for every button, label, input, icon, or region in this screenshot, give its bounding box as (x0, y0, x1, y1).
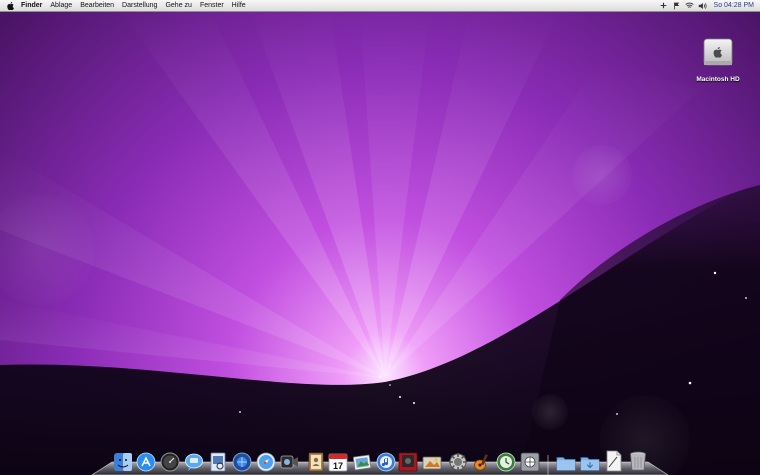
menu-darstellung[interactable]: Darstellung (118, 0, 161, 11)
folder-icon[interactable] (556, 450, 576, 472)
itunes-icon[interactable] (376, 450, 396, 472)
menu-bar: Finder Ablage Bearbeiten Darstellung Geh… (0, 0, 760, 12)
apple-menu[interactable] (5, 0, 15, 11)
desktop-item-macintosh-hd[interactable]: Macintosh HD (694, 36, 742, 83)
iweb-icon[interactable] (232, 450, 252, 472)
desktop-wallpaper (0, 0, 760, 475)
document-icon[interactable] (604, 450, 624, 472)
wifi-icon[interactable] (684, 1, 694, 10)
menu-ablage[interactable]: Ablage (46, 0, 76, 11)
menu-finder[interactable]: Finder (17, 0, 46, 11)
menu-gehe-zu[interactable]: Gehe zu (161, 0, 195, 11)
garageband-icon[interactable] (472, 450, 492, 472)
menu-fenster[interactable]: Fenster (196, 0, 228, 11)
apple-icon (6, 1, 14, 10)
menu-hilfe[interactable]: Hilfe (228, 0, 250, 11)
downloads-icon[interactable] (580, 450, 600, 472)
app-store-icon[interactable] (136, 450, 156, 472)
facetime-icon[interactable] (280, 450, 300, 472)
hard-drive-icon (703, 38, 733, 66)
menu-bearbeiten[interactable]: Bearbeiten (76, 0, 118, 11)
preview-icon[interactable] (208, 450, 228, 472)
ical-icon[interactable]: 17 (328, 450, 348, 472)
calendar-day: 17 (333, 461, 343, 471)
system-preferences-icon[interactable] (448, 450, 468, 472)
dashboard-icon[interactable] (160, 450, 180, 472)
plus-icon[interactable] (659, 1, 668, 10)
trash-icon[interactable] (628, 450, 648, 472)
desktop-item-label: Macintosh HD (696, 76, 740, 83)
iphoto-icon[interactable] (352, 450, 372, 472)
time-machine-icon[interactable] (496, 450, 516, 472)
iphoto-icon[interactable] (422, 450, 442, 472)
flag-icon[interactable] (672, 1, 681, 10)
volume-icon[interactable] (698, 1, 707, 10)
safari-icon[interactable] (256, 450, 276, 472)
ichat-icon[interactable] (184, 450, 204, 472)
menu-clock[interactable]: So 04:28 PM (709, 0, 754, 11)
photo-booth-icon[interactable] (398, 450, 418, 472)
network-icon[interactable] (520, 450, 540, 472)
menu-extras: So 04:28 PM (657, 0, 760, 11)
finder-icon[interactable] (113, 450, 133, 472)
address-book-icon[interactable] (306, 450, 326, 472)
